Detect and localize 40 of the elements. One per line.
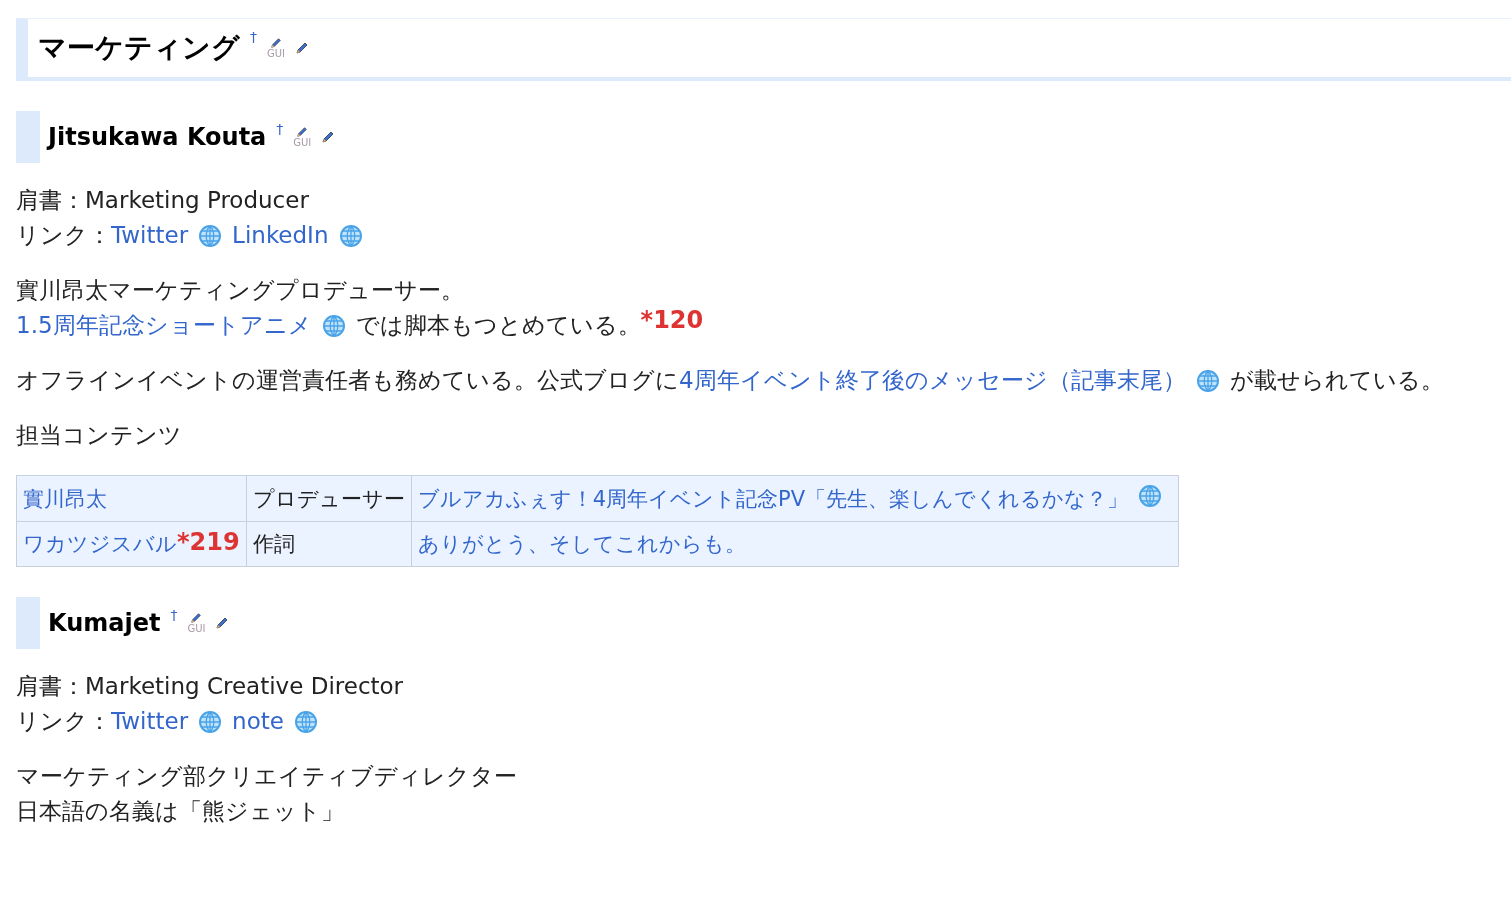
link[interactable]: LinkedIn [232,218,329,253]
text: プロデューサー [252,485,405,513]
link[interactable]: Twitter [111,218,189,253]
gui-edit-icon[interactable]: GUI [293,126,312,148]
text: リンク： [16,707,111,736]
dagger-link[interactable]: † [170,607,178,623]
dagger-link[interactable]: † [250,29,257,45]
text: が載せられている。 [1229,366,1444,395]
text: 作詞 [252,531,295,558]
pencil-icon[interactable] [296,126,309,138]
pencil-icon[interactable] [295,41,310,55]
link[interactable]: note [232,704,284,739]
dagger-link[interactable]: † [276,121,284,137]
footnote-ref[interactable]: *120 [640,308,704,332]
pencil-icon[interactable] [190,612,203,624]
text: 肩書：Marketing Creative Director [16,672,404,701]
pencil-icon[interactable] [321,130,336,144]
gui-edit-icon[interactable]: GUI [187,612,206,634]
heading-title: マーケティング [38,30,240,66]
link[interactable]: 4周年イベント終了後のメッセージ（記事末尾） [679,363,1186,398]
text: オフラインイベントの運営責任者も務めている。公式ブログに [16,366,679,395]
text: 担当コンテンツ [16,421,182,450]
text: リンク： [16,221,111,250]
link[interactable]: 實川昂太 [23,484,107,513]
text: 日本語の名義は「熊ジェット」 [16,797,344,826]
link[interactable]: ありがとう、そしてこれからも。 [417,530,746,558]
link[interactable]: ブルアカふぇす！4周年イベント記念PV「先生、楽しんでくれるかな？」 [417,485,1129,513]
text: では脚本もつとめている。 [355,311,641,340]
heading-title: Jitsukawa Kouta [48,123,267,151]
heading-title: Kumajet [48,609,161,637]
pencil-icon[interactable] [215,616,230,630]
pencil-icon[interactable] [270,37,282,49]
link[interactable]: ワカツジスバル [23,530,177,558]
link[interactable]: 1.5周年記念ショートアニメ [16,308,312,343]
text: 肩書：Marketing Producer [16,186,309,215]
link[interactable]: Twitter [111,704,189,739]
gui-edit-icon[interactable]: GUI [267,37,286,59]
text: 實川昂太マーケティングプロデューサー。 [16,276,464,305]
text: マーケティング部クリエイティブディレクター [16,762,517,791]
footnote-ref[interactable]: *219 [177,530,240,554]
